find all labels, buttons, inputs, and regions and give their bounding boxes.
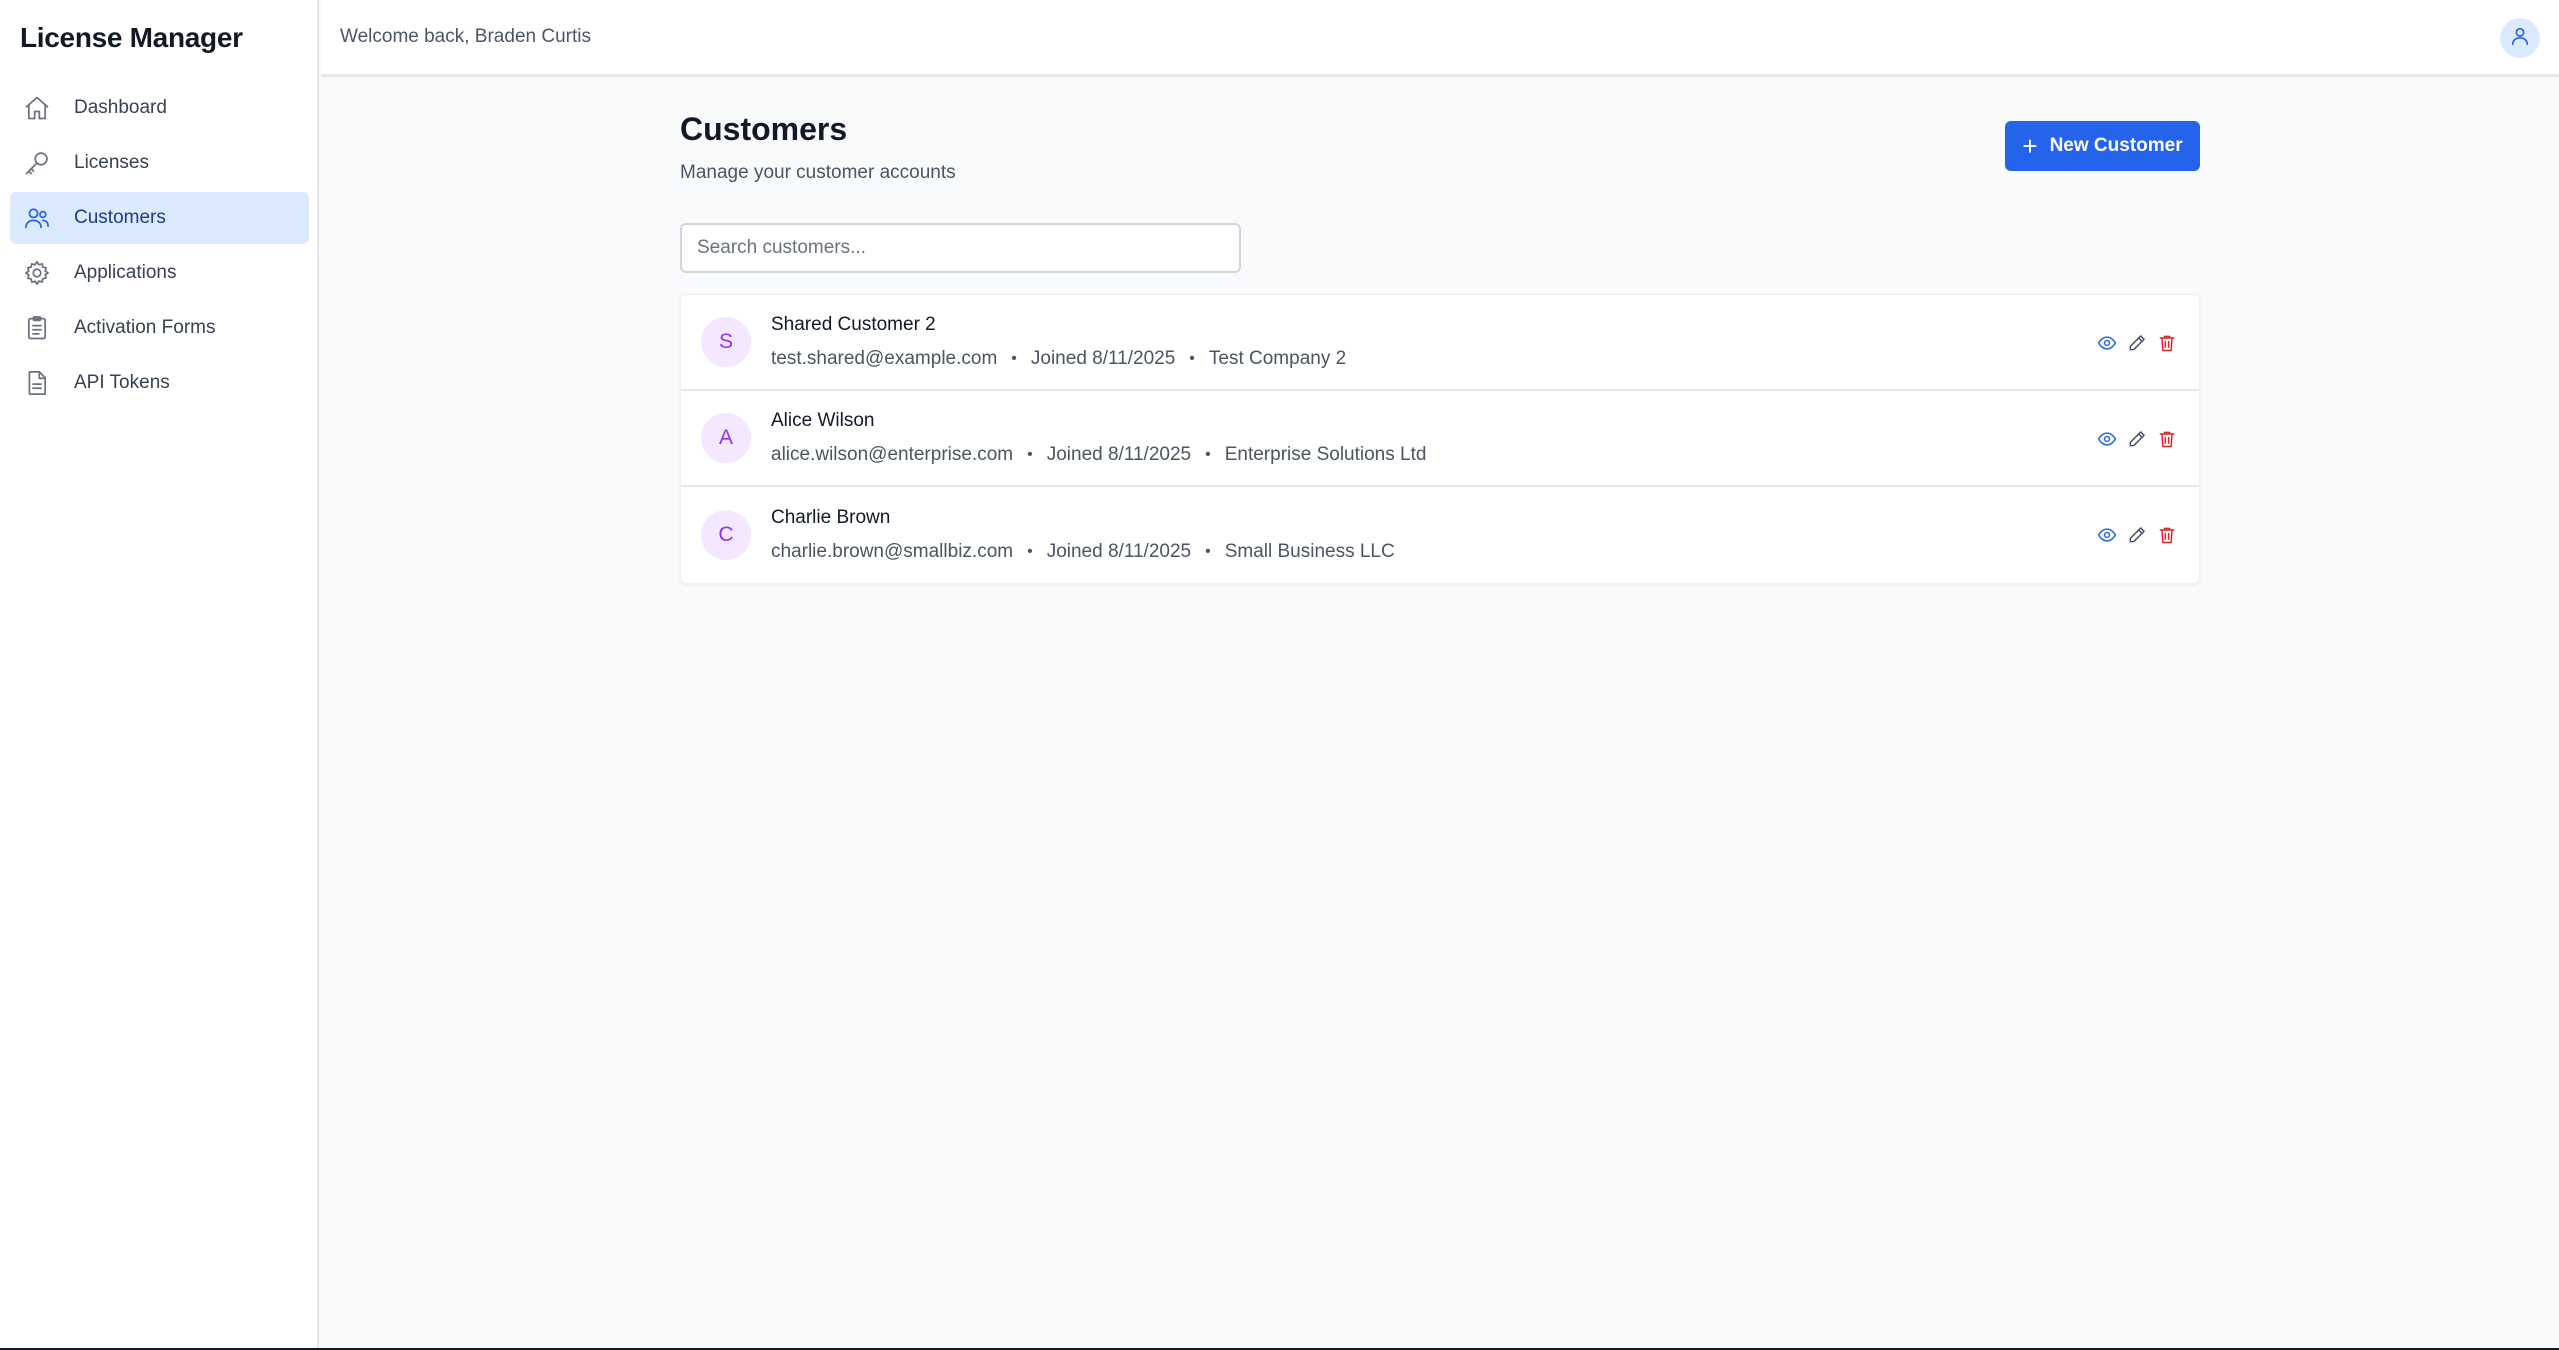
customer-email: charlie.brown@smallbiz.com <box>771 541 1014 562</box>
sidebar-item-label: Applications <box>74 262 177 283</box>
page-title: Customers <box>680 111 848 147</box>
customer-joined: Joined 8/11/2025 <box>1030 348 1176 369</box>
edit-icon[interactable] <box>2125 427 2149 451</box>
top-bar: Welcome back, Braden Curtis <box>321 0 2559 77</box>
customer-name: Alice Wilson <box>771 410 875 431</box>
customer-meta: test.shared@example.com • Joined 8/11/20… <box>771 348 1346 370</box>
document-icon <box>22 368 52 398</box>
welcome-message: Welcome back, Braden Curtis <box>340 26 591 47</box>
new-customer-button[interactable]: + New Customer <box>2005 121 2200 171</box>
customer-list: S Shared Customer 2 test.shared@example.… <box>680 294 2200 584</box>
page-subtitle: Manage your customer accounts <box>680 162 956 183</box>
sidebar-item-customers[interactable]: Customers <box>10 192 309 244</box>
avatar: A <box>701 413 751 463</box>
view-icon[interactable] <box>2095 427 2119 451</box>
sidebar: License Manager Dashboard Licenses Custo… <box>0 0 319 1350</box>
customer-name: Shared Customer 2 <box>771 314 936 335</box>
edit-icon[interactable] <box>2125 331 2149 355</box>
customer-info: Alice Wilson alice.wilson@enterprise.com… <box>771 410 1426 466</box>
gear-icon <box>22 258 52 288</box>
key-icon <box>22 148 52 178</box>
customer-name: Charlie Brown <box>771 507 891 528</box>
sidebar-item-licenses[interactable]: Licenses <box>10 137 309 189</box>
customer-info: Shared Customer 2 test.shared@example.co… <box>771 314 1346 370</box>
edit-icon[interactable] <box>2125 523 2149 547</box>
sidebar-item-applications[interactable]: Applications <box>10 247 309 299</box>
customer-email: test.shared@example.com <box>771 348 998 369</box>
customer-meta: charlie.brown@smallbiz.com • Joined 8/11… <box>771 541 1395 563</box>
home-icon <box>22 93 52 123</box>
sidebar-item-label: Customers <box>74 207 166 228</box>
plus-icon: + <box>2022 131 2038 161</box>
customer-row[interactable]: S Shared Customer 2 test.shared@example.… <box>681 295 2199 391</box>
clipboard-icon <box>22 313 52 343</box>
separator-dot: • <box>1027 446 1033 463</box>
row-actions <box>2089 523 2179 547</box>
sidebar-nav: Dashboard Licenses Customers Application… <box>10 82 309 412</box>
customer-company: Enterprise Solutions Ltd <box>1224 444 1427 465</box>
app-title: License Manager <box>20 22 243 53</box>
sidebar-item-api-tokens[interactable]: API Tokens <box>10 357 309 409</box>
sidebar-item-label: Licenses <box>74 152 149 173</box>
trash-icon[interactable] <box>2155 331 2179 355</box>
customer-info: Charlie Brown charlie.brown@smallbiz.com… <box>771 507 1395 563</box>
search-input[interactable] <box>680 223 1241 273</box>
separator-dot: • <box>1189 350 1195 367</box>
customer-company: Test Company 2 <box>1208 348 1347 369</box>
sidebar-item-dashboard[interactable]: Dashboard <box>10 82 309 134</box>
separator-dot: • <box>1205 446 1211 463</box>
row-actions <box>2089 427 2179 451</box>
customer-joined: Joined 8/11/2025 <box>1046 541 1192 562</box>
sidebar-item-label: API Tokens <box>74 372 170 393</box>
row-actions <box>2089 331 2179 355</box>
user-menu-button[interactable] <box>2500 18 2540 58</box>
customer-meta: alice.wilson@enterprise.com • Joined 8/1… <box>771 444 1426 466</box>
view-icon[interactable] <box>2095 331 2119 355</box>
main-content: Customers Manage your customer accounts … <box>680 110 2200 584</box>
sidebar-item-activation-forms[interactable]: Activation Forms <box>10 302 309 354</box>
new-customer-label: New Customer <box>2049 135 2183 156</box>
avatar: C <box>701 510 751 560</box>
separator-dot: • <box>1205 543 1211 560</box>
users-icon <box>22 203 52 233</box>
trash-icon[interactable] <box>2155 523 2179 547</box>
sidebar-item-label: Activation Forms <box>74 317 216 338</box>
sidebar-item-label: Dashboard <box>74 97 167 118</box>
customer-row[interactable]: A Alice Wilson alice.wilson@enterprise.c… <box>681 391 2199 487</box>
avatar: S <box>701 317 751 367</box>
customer-company: Small Business LLC <box>1224 541 1395 562</box>
view-icon[interactable] <box>2095 523 2119 547</box>
customer-row[interactable]: C Charlie Brown charlie.brown@smallbiz.c… <box>681 487 2199 583</box>
customer-joined: Joined 8/11/2025 <box>1046 444 1192 465</box>
separator-dot: • <box>1011 350 1017 367</box>
user-icon <box>2509 25 2531 52</box>
customer-email: alice.wilson@enterprise.com <box>771 444 1014 465</box>
trash-icon[interactable] <box>2155 427 2179 451</box>
separator-dot: • <box>1027 543 1033 560</box>
